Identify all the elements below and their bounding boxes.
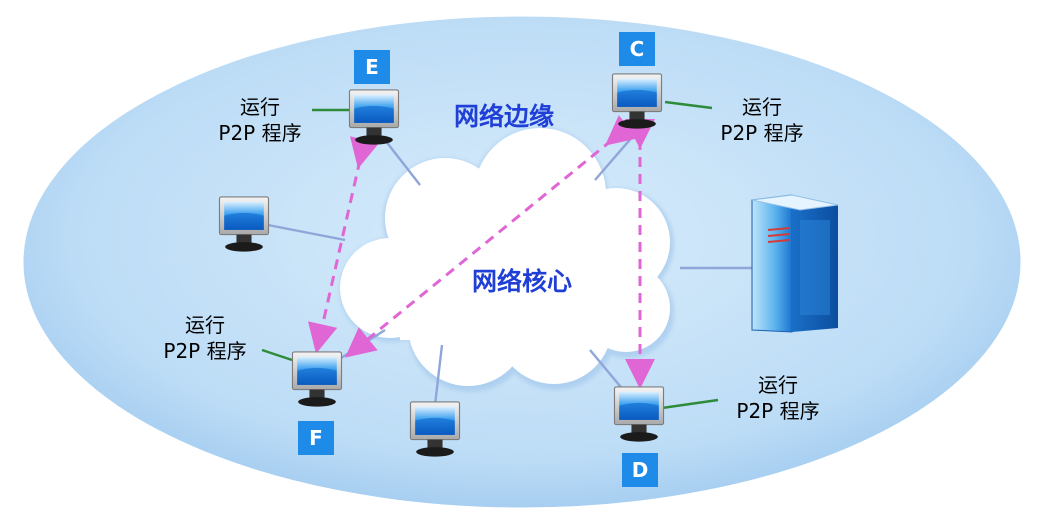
network-edge-label: 网络边缘 [454, 102, 555, 131]
peer-badge-c: C [619, 32, 655, 66]
run-p2p-label-f: 运行 P2P 程序 [152, 312, 258, 364]
run-p2p-label-e: 运行 P2P 程序 [210, 94, 310, 146]
run-label-line1: 运行 [742, 95, 782, 119]
peer-badge-d: D [622, 453, 658, 487]
run-label-line2: P2P 程序 [218, 121, 302, 145]
run-label-line2: P2P 程序 [720, 121, 804, 145]
server-icon [751, 194, 839, 333]
run-label-line1: 运行 [758, 373, 798, 397]
run-label-line2: P2P 程序 [736, 399, 820, 423]
diagram-canvas [20, 13, 1024, 511]
run-p2p-label-c: 运行 P2P 程序 [712, 94, 812, 146]
peer-badge-f: F [298, 421, 334, 455]
peer-badge-e: E [354, 50, 390, 84]
run-label-line1: 运行 [185, 313, 225, 337]
p2p-network-diagram: 网络边缘 网络核心 E C F D 运行 P2P 程序 运行 P2P 程序 运行… [0, 0, 1045, 521]
run-label-line1: 运行 [240, 95, 280, 119]
run-p2p-label-d: 运行 P2P 程序 [725, 372, 831, 424]
run-label-line2: P2P 程序 [163, 339, 247, 363]
network-core-label: 网络核心 [472, 267, 573, 296]
